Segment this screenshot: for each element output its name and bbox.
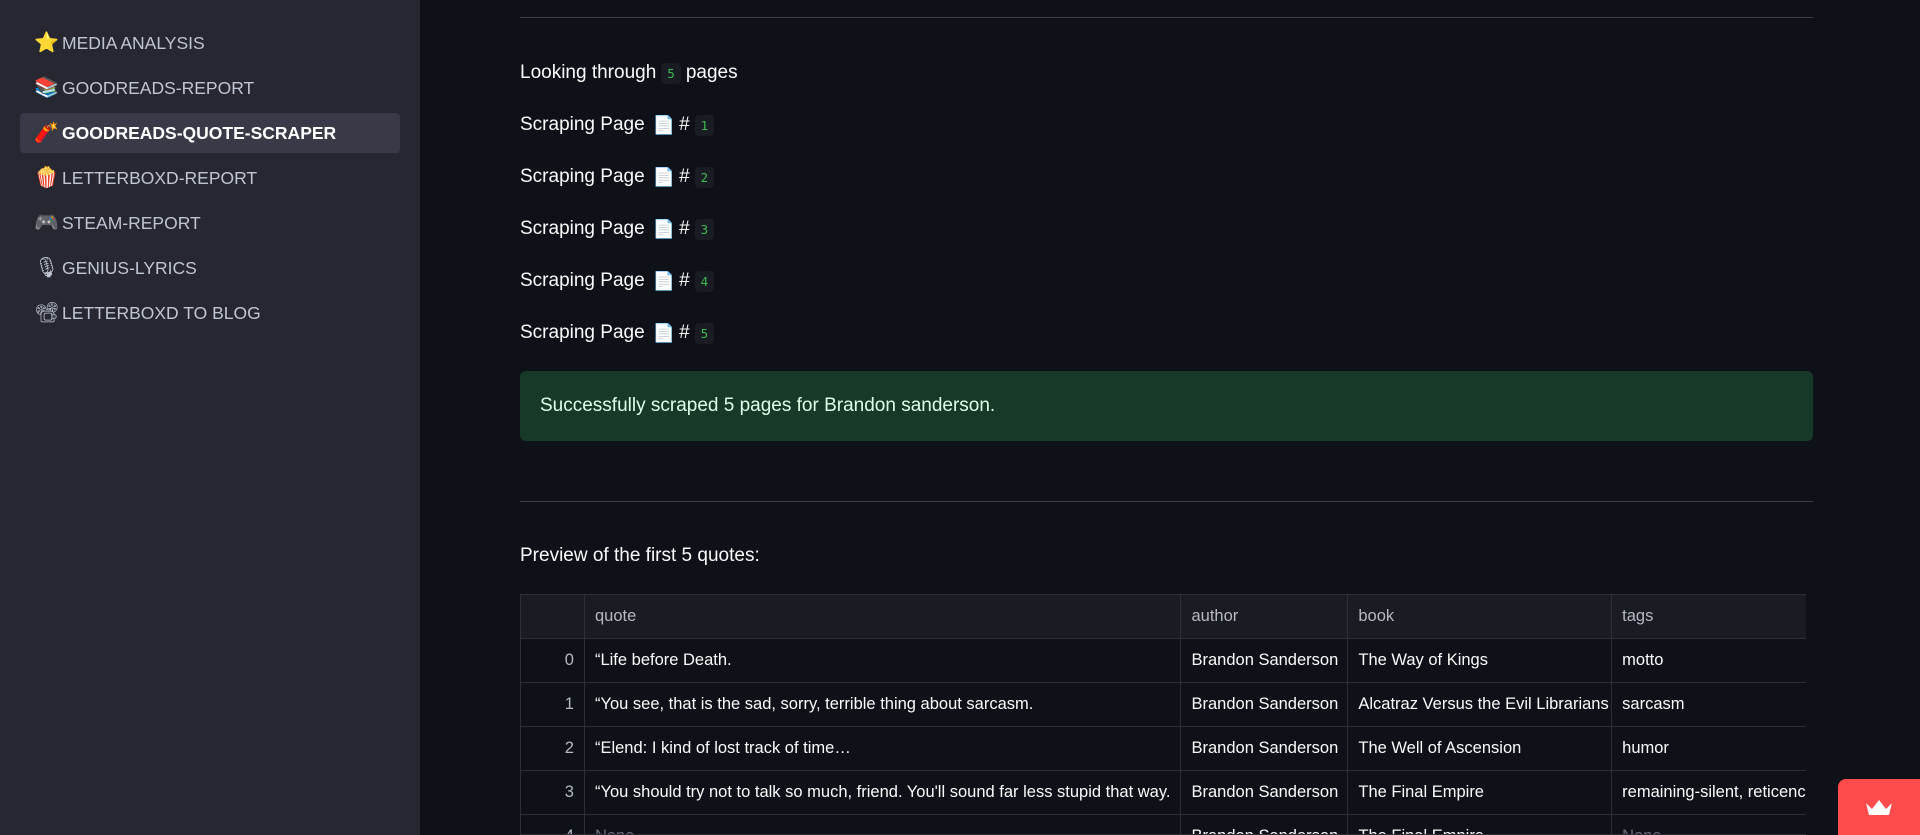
top-divider (520, 17, 1813, 18)
table-cell[interactable]: Brandon Sanderson (1181, 683, 1349, 726)
table-cell[interactable]: The Well of Ascension (1348, 727, 1613, 770)
document-icon: 📄 (652, 166, 676, 187)
table-cell[interactable]: Brandon Sanderson (1181, 727, 1349, 770)
sidebar-item-letterboxd-to-blog[interactable]: 📽 LETTERBOXD TO BLOG (20, 293, 400, 333)
row-index[interactable]: 1 (521, 683, 585, 726)
table-row[interactable]: 1 “You see, that is the sad, sorry, terri… (521, 683, 1806, 727)
page-number-code: 2 (694, 166, 715, 188)
table-cell[interactable]: “Life before Death. (585, 639, 1182, 682)
looking-prefix: Looking through (520, 62, 657, 83)
popcorn-icon: 🍿 (34, 167, 59, 189)
scraping-label: Scraping Page (520, 322, 645, 343)
column-header[interactable]: tags (1612, 595, 1806, 638)
sidebar-item-label: GENIUS-LYRICS (62, 257, 197, 278)
table-cell[interactable]: “Elend: I kind of lost track of time… (585, 727, 1182, 770)
sidebar-item-label: LETTERBOXD TO BLOG (62, 302, 261, 323)
sidebar-item-goodreads-quote-scraper[interactable]: 🧨 GOODREADS-QUOTE-SCRAPER (20, 113, 400, 153)
preview-label-text: Preview of the first 5 quotes: (520, 545, 760, 566)
hash-symbol: # (679, 270, 690, 291)
sidebar-item-goodreads-report[interactable]: 📚 GOODREADS-REPORT (20, 68, 400, 108)
scraping-label: Scraping Page (520, 270, 645, 291)
microphone-icon: 🎙 (34, 257, 60, 279)
row-index[interactable]: 0 (521, 639, 585, 682)
table-cell[interactable]: Alcatraz Versus the Evil Librarians (1348, 683, 1613, 726)
hash-symbol: # (679, 166, 690, 187)
table-cell[interactable]: Brandon Sanderson (1181, 771, 1349, 814)
table-cell[interactable]: sarcasm (1612, 683, 1806, 726)
sidebar-item-label: LETTERBOXD-REPORT (62, 167, 258, 188)
streamlit-menu-button[interactable] (1838, 779, 1920, 835)
row-index[interactable]: 2 (521, 727, 585, 770)
table-header-row: quote author book tags (521, 595, 1806, 639)
row-index[interactable]: 4 (521, 815, 585, 834)
column-header[interactable] (521, 595, 585, 638)
table-cell[interactable]: “You see, that is the sad, sorry, terrib… (585, 683, 1182, 726)
document-icon: 📄 (652, 322, 676, 343)
scraping-label: Scraping Page (520, 218, 645, 239)
sidebar-item-label: GOODREADS-QUOTE-SCRAPER (62, 122, 337, 143)
success-alert: Successfully scraped 5 pages for Brandon… (520, 371, 1813, 441)
column-header[interactable]: quote (585, 595, 1182, 638)
middle-divider (520, 501, 1813, 502)
star-icon: ⭐ (34, 32, 59, 54)
column-header[interactable]: author (1181, 595, 1349, 638)
success-message: Successfully scraped 5 pages for Brandon… (540, 395, 996, 416)
table-cell[interactable]: None (585, 815, 1182, 834)
sidebar-item-media-analysis[interactable]: ⭐ MEDIA ANALYSIS (20, 23, 400, 63)
game-controller-icon: 🎮 (34, 212, 59, 234)
books-icon: 📚 (34, 77, 59, 99)
table-row[interactable]: 3 “You should try not to talk so much, fr… (521, 771, 1806, 815)
document-icon: 📄 (652, 114, 676, 135)
sidebar-item-steam-report[interactable]: 🎮 STEAM-REPORT (20, 203, 400, 243)
document-icon: 📄 (652, 218, 676, 239)
hash-symbol: # (679, 114, 690, 135)
page-number-code: 4 (694, 270, 715, 292)
scraping-page-line: Scraping Page 📄 #1 (520, 114, 719, 136)
sidebar-item-label: GOODREADS-REPORT (62, 77, 255, 98)
quotes-dataframe[interactable]: quote author book tags 0 “Life before Death. B… (520, 594, 1806, 835)
film-projector-icon: 📽 (34, 302, 60, 324)
sidebar: ⭐ MEDIA ANALYSIS 📚 GOODREADS-REPORT 🧨 GOODREA… (0, 0, 420, 835)
table-row[interactable]: 2 “Elend: I kind of lost track of time… Br… (521, 727, 1806, 771)
table-cell[interactable]: humor (1612, 727, 1806, 770)
hash-symbol: # (679, 218, 690, 239)
table-cell[interactable]: Brandon Sanderson (1181, 639, 1349, 682)
streamlit-crown-icon (1866, 800, 1892, 815)
hash-symbol: # (679, 322, 690, 343)
table-cell[interactable]: The Way of Kings (1348, 639, 1613, 682)
page-number-code: 5 (694, 322, 715, 344)
sidebar-item-label: MEDIA ANALYSIS (62, 32, 205, 53)
scraping-page-line: Scraping Page 📄 #5 (520, 322, 719, 344)
scraping-page-line: Scraping Page 📄 #4 (520, 270, 719, 292)
page-count-code: 5 (661, 62, 681, 84)
table-cell[interactable]: The Final Empire (1348, 815, 1613, 834)
table-row[interactable]: 0 “Life before Death. Brandon Sanderson The… (521, 639, 1806, 683)
page-number-code: 1 (694, 114, 715, 136)
table-cell[interactable]: None (1612, 815, 1806, 834)
firecracker-icon: 🧨 (34, 122, 59, 144)
row-index[interactable]: 3 (521, 771, 585, 814)
sidebar-item-letterboxd-report[interactable]: 🍿 LETTERBOXD-REPORT (20, 158, 400, 198)
table-cell[interactable]: “You should try not to talk so much, fri… (585, 771, 1182, 814)
looking-through-line: Looking through 5 pages (520, 62, 738, 84)
document-icon: 📄 (652, 270, 676, 291)
looking-suffix: pages (685, 62, 738, 83)
scraping-label: Scraping Page (520, 166, 645, 187)
table-cell[interactable]: motto (1612, 639, 1806, 682)
table-cell[interactable]: The Final Empire (1348, 771, 1613, 814)
scraping-label: Scraping Page (520, 114, 645, 135)
sidebar-item-genius-lyrics[interactable]: 🎙 GENIUS-LYRICS (20, 248, 400, 288)
scraping-page-line: Scraping Page 📄 #3 (520, 218, 719, 240)
column-header[interactable]: book (1348, 595, 1613, 638)
page-number-code: 3 (694, 218, 715, 240)
table-cell[interactable]: remaining-silent, reticence (1612, 771, 1806, 814)
table-row[interactable]: 4NoneBrandon SandersonThe Final EmpireNo… (521, 815, 1806, 834)
sidebar-item-label: STEAM-REPORT (62, 212, 201, 233)
table-cell[interactable]: Brandon Sanderson (1181, 815, 1349, 834)
main-content: Looking through 5 pages Scraping Page 📄 #1… (520, 0, 1813, 835)
preview-label: Preview of the first 5 quotes: (520, 545, 760, 567)
scraping-page-line: Scraping Page 📄 #2 (520, 166, 719, 188)
